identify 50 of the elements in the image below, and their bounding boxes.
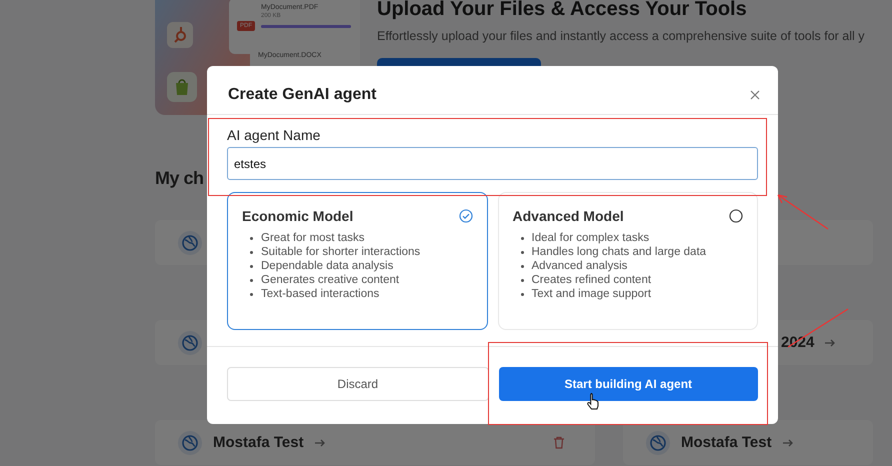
model-name: Advanced Model: [512, 208, 624, 224]
hero-subtitle: Effortlessly upload your files and instantly access a comprehensive suite of tools for all y: [377, 29, 865, 43]
name-input-field[interactable]: etstes: [227, 147, 758, 180]
dialog-title: Create GenAI agent: [228, 86, 376, 104]
feature-text: Great for most tasks: [261, 232, 365, 244]
close-icon[interactable]: [750, 90, 760, 100]
chat-card[interactable]: Mostafa Test: [623, 420, 873, 465]
bullet-icon: [520, 250, 524, 254]
model-option-card[interactable]: Advanced Model Ideal for complex tasks Handles long chats and large data Advanced analysis Creates refined content Text and image support: [498, 192, 758, 330]
feature-text: Dependable data analysis: [261, 260, 394, 272]
radio-circle-icon[interactable]: [729, 209, 743, 223]
bullet-icon: [520, 236, 524, 240]
bullet-icon: [520, 264, 524, 268]
hand-cursor-icon: [586, 392, 600, 410]
arrow-right-icon: [824, 338, 836, 348]
model-name: Economic Model: [242, 208, 354, 224]
field-label: AI agent Name: [227, 127, 322, 143]
feature-text: Advanced analysis: [532, 260, 628, 272]
bullet-icon: [250, 292, 253, 296]
arrow-right-icon: [314, 438, 326, 448]
feature-text: Text and image support: [532, 288, 652, 300]
feature-text: Ideal for complex tasks: [532, 232, 650, 244]
bullet-icon: [520, 292, 524, 296]
feature-text: Text-based interactions: [261, 288, 380, 300]
annotation-arrow: [777, 194, 829, 230]
globe-icon: [177, 430, 203, 456]
feature-text: Creates refined content: [532, 274, 652, 286]
bullet-icon: [250, 236, 253, 240]
start-button[interactable]: Start building AI agent: [498, 367, 758, 401]
model-option-card[interactable]: Economic Model Great for most tasks Suitable for shorter interactions Dependable data analysis Generates creative content Text-based interactions: [227, 192, 488, 330]
bullet-icon: [250, 278, 253, 282]
globe-icon: [645, 430, 671, 456]
check-circle-icon[interactable]: [458, 209, 472, 223]
globe-icon: [177, 230, 203, 256]
bullet-icon: [520, 278, 524, 282]
chat-title: Mostafa Test: [681, 434, 772, 451]
section-title: My ch: [155, 168, 205, 190]
feature-text: Suitable for shorter interactions: [261, 246, 420, 258]
bullet-icon: [250, 264, 253, 268]
trash-icon[interactable]: [553, 436, 565, 449]
chat-card[interactable]: Mostafa Test: [155, 420, 595, 465]
hero-title: Upload Your Files & Access Your Tools: [377, 0, 748, 21]
discard-button[interactable]: Discard: [227, 367, 488, 401]
feature-text: Handles long chats and large data: [532, 246, 706, 258]
feature-text: Generates creative content: [261, 274, 400, 286]
bullet-icon: [250, 250, 253, 254]
shopping-bag-icon: [167, 72, 197, 102]
arrow-right-icon: [782, 438, 794, 448]
globe-icon: [177, 330, 203, 356]
chat-title: Mostafa Test: [213, 434, 304, 451]
